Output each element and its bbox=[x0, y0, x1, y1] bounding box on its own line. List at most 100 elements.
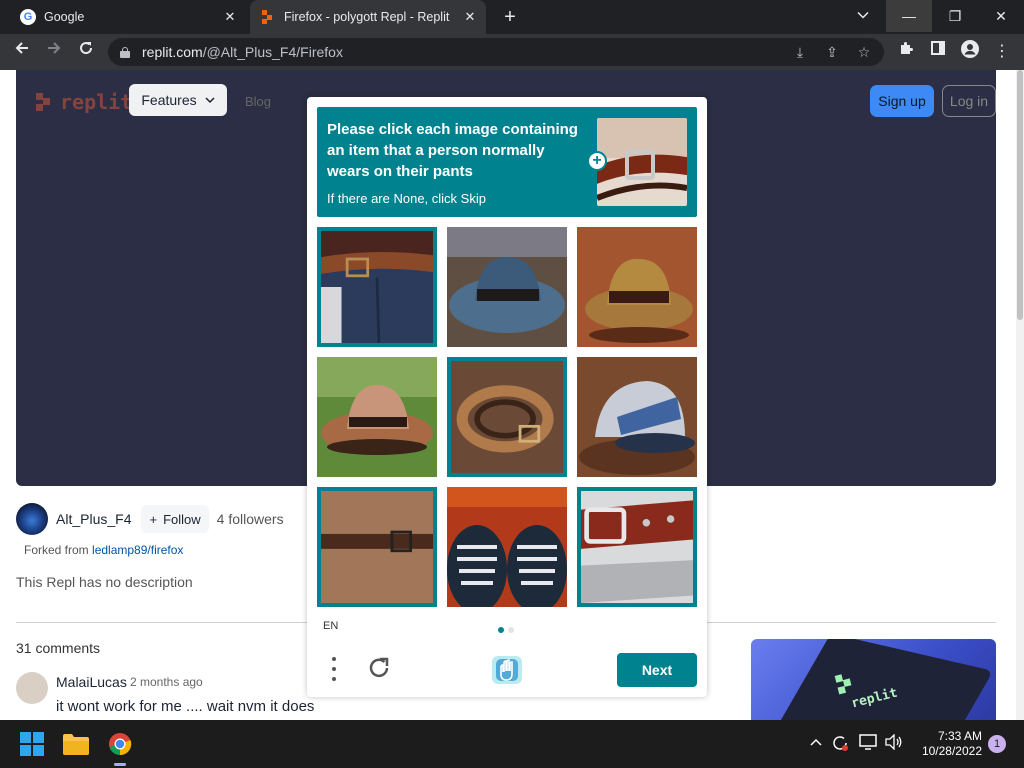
features-dropdown[interactable]: Features bbox=[129, 84, 227, 116]
followers-count[interactable]: 4 followers bbox=[217, 511, 284, 527]
back-button[interactable] bbox=[10, 40, 34, 64]
browser-toolbar: replit.com /@Alt_Plus_F4/Firefox ⤓ ⇪ ☆ ⋮ bbox=[0, 34, 1024, 70]
display-icon[interactable] bbox=[858, 734, 878, 754]
zoom-plus-icon[interactable]: + bbox=[587, 151, 607, 171]
chrome-menu-button[interactable]: ⋮ bbox=[990, 40, 1014, 64]
new-tab-button[interactable]: + bbox=[499, 6, 521, 28]
clock-time: 7:33 AM bbox=[937, 729, 982, 743]
share-icon[interactable]: ⇪ bbox=[820, 40, 844, 64]
captcha-prompt: Please click each image containing an it… bbox=[317, 107, 697, 217]
captcha-tile[interactable] bbox=[447, 357, 567, 477]
language-selector[interactable]: EN bbox=[323, 620, 338, 632]
captcha-tile[interactable] bbox=[577, 487, 697, 607]
tab-title: Firefox - polygott Repl - Replit bbox=[284, 10, 450, 24]
chrome-icon bbox=[109, 733, 132, 756]
close-tab-icon[interactable]: ✕ bbox=[462, 9, 478, 25]
folder-icon bbox=[63, 734, 89, 755]
forked-from: Forked from ledlamp89/firefox bbox=[24, 543, 183, 557]
active-app-indicator bbox=[114, 763, 126, 766]
hcaptcha-logo-icon[interactable] bbox=[490, 654, 524, 686]
tab-google[interactable]: G Google ✕ bbox=[8, 0, 246, 34]
captcha-tile[interactable] bbox=[577, 357, 697, 477]
show-hidden-icons-button[interactable] bbox=[806, 734, 826, 754]
close-window-button[interactable]: ✕ bbox=[978, 0, 1024, 32]
phone-illustration bbox=[768, 639, 994, 720]
example-image[interactable] bbox=[597, 118, 687, 206]
plus-icon: + bbox=[149, 511, 158, 527]
captcha-tile[interactable] bbox=[447, 487, 567, 607]
page-scrollbar[interactable] bbox=[1016, 70, 1024, 720]
refresh-icon bbox=[369, 657, 389, 678]
profile-button[interactable] bbox=[958, 40, 982, 64]
prompt-subtext: If there are None, click Skip bbox=[327, 191, 486, 206]
signup-button[interactable]: Sign up bbox=[870, 85, 934, 117]
author-name[interactable]: Alt_Plus_F4 bbox=[56, 511, 131, 527]
sync-icon[interactable] bbox=[830, 734, 850, 754]
lock-icon bbox=[120, 46, 130, 58]
reload-button[interactable] bbox=[74, 40, 98, 64]
side-panel-button[interactable] bbox=[926, 40, 950, 64]
captcha-tile[interactable] bbox=[447, 227, 567, 347]
restore-button[interactable]: ❐ bbox=[932, 0, 978, 32]
reload-icon bbox=[80, 42, 93, 55]
forked-prefix: Forked from bbox=[24, 543, 89, 557]
next-button[interactable]: Next bbox=[617, 653, 697, 687]
notification-badge[interactable]: 1 bbox=[988, 735, 1006, 753]
chevron-up-icon bbox=[810, 738, 822, 746]
system-clock[interactable]: 7:33 AM 10/28/2022 bbox=[910, 729, 982, 759]
pagination-dots bbox=[498, 627, 518, 633]
tab-strip: G Google ✕ Firefox - polygott Repl - Rep… bbox=[0, 0, 1024, 39]
avatar[interactable] bbox=[16, 503, 48, 535]
image-grid bbox=[317, 227, 697, 607]
url-host: replit.com bbox=[142, 44, 203, 60]
tab-search-button[interactable] bbox=[840, 0, 886, 32]
taskbar: 7:33 AM 10/28/2022 1 bbox=[0, 720, 1024, 768]
prompt-text: Please click each image containing an it… bbox=[327, 121, 578, 180]
clock-date: 10/28/2022 bbox=[921, 744, 982, 758]
start-button[interactable] bbox=[16, 728, 48, 760]
refresh-challenge-button[interactable] bbox=[365, 655, 393, 683]
puzzle-icon bbox=[901, 42, 913, 54]
promo-banner[interactable]: replit bbox=[751, 639, 996, 720]
captcha-menu-button[interactable] bbox=[327, 655, 343, 683]
windows-logo-icon bbox=[20, 732, 44, 756]
captcha-tile[interactable] bbox=[577, 227, 697, 347]
chevron-down-icon bbox=[205, 97, 215, 104]
captcha-dialog: Please click each image containing an it… bbox=[307, 97, 707, 697]
url-path: /@Alt_Plus_F4/Firefox bbox=[202, 44, 343, 60]
follow-button[interactable]: + Follow bbox=[141, 505, 209, 533]
chrome-taskbar-button[interactable] bbox=[104, 728, 136, 766]
author-row: Alt_Plus_F4 + Follow 4 followers bbox=[16, 502, 284, 536]
file-explorer-button[interactable] bbox=[60, 728, 92, 760]
address-bar[interactable]: replit.com /@Alt_Plus_F4/Firefox ⤓ ⇪ ☆ bbox=[108, 38, 884, 66]
captcha-tile[interactable] bbox=[317, 227, 437, 347]
captcha-tile[interactable] bbox=[317, 487, 437, 607]
logo-text: replit bbox=[60, 90, 133, 114]
arrow-right-icon bbox=[48, 42, 61, 54]
comment-user[interactable]: MalaiLucas bbox=[56, 674, 127, 690]
side-panel-icon bbox=[931, 41, 945, 55]
google-favicon-icon: G bbox=[20, 9, 36, 25]
comment-time: 2 months ago bbox=[130, 675, 203, 689]
chevron-down-icon bbox=[857, 11, 869, 19]
close-tab-icon[interactable]: ✕ bbox=[222, 9, 238, 25]
avatar[interactable] bbox=[16, 672, 48, 704]
forked-link[interactable]: ledlamp89/firefox bbox=[92, 543, 183, 557]
extensions-button[interactable] bbox=[894, 40, 918, 64]
follow-label: Follow bbox=[163, 511, 201, 527]
replit-favicon-icon bbox=[262, 10, 276, 24]
volume-icon[interactable] bbox=[884, 733, 904, 754]
login-button[interactable]: Log in bbox=[942, 85, 996, 117]
scroll-thumb[interactable] bbox=[1017, 70, 1023, 320]
tab-title: Google bbox=[44, 10, 85, 24]
captcha-tile[interactable] bbox=[317, 357, 437, 477]
arrow-left-icon bbox=[15, 42, 28, 54]
repl-description: This Repl has no description bbox=[16, 574, 193, 590]
forward-button[interactable] bbox=[42, 40, 66, 64]
replit-logo[interactable]: replit bbox=[36, 90, 132, 114]
bookmark-star-icon[interactable]: ☆ bbox=[852, 40, 876, 64]
install-app-icon[interactable]: ⤓ bbox=[788, 40, 812, 64]
replit-logo-icon bbox=[36, 93, 54, 111]
blog-link[interactable]: Blog bbox=[245, 94, 271, 109]
tab-replit[interactable]: Firefox - polygott Repl - Replit ✕ bbox=[250, 0, 486, 34]
